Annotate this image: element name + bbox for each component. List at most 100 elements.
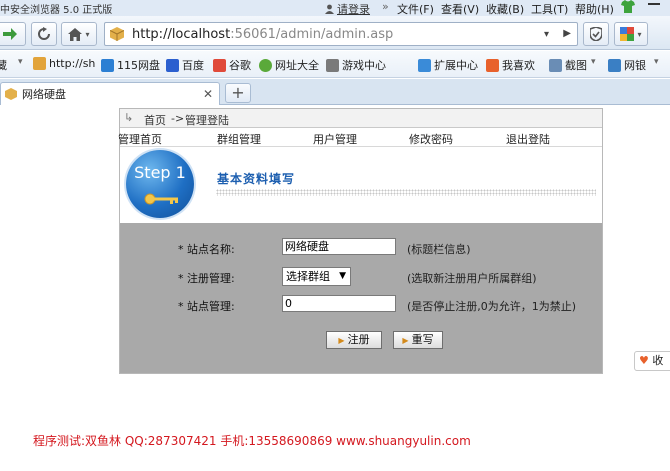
refresh-button[interactable] xyxy=(31,22,57,46)
bookmarks-bar: 藏 ▾ http://sh 115网盘 百度 谷歌 网址大全 游戏中心 扩展中心… xyxy=(0,51,670,78)
menu-favorites[interactable]: 收藏(B) xyxy=(486,1,524,17)
search-engine-dropdown-icon[interactable]: ▾ xyxy=(637,30,641,39)
admin-frame: ↳ 首页 -> 管理登陆 管理首页 群组管理 用户管理 修改密码 退出登陆 St… xyxy=(118,108,603,374)
register-group-label: * 注册管理: xyxy=(178,272,235,285)
security-shield-button[interactable] xyxy=(583,22,609,46)
chevron-down-icon[interactable]: ▾ xyxy=(18,57,23,67)
forward-arrow-icon xyxy=(3,28,17,40)
menu-group-manage[interactable]: 群组管理 xyxy=(217,131,261,147)
heart-icon: ♥ xyxy=(639,354,649,367)
step-banner: Step 1 基本资料填写 xyxy=(120,146,602,222)
page-cube-icon xyxy=(5,88,17,100)
login-link[interactable]: 请登录 xyxy=(325,1,370,17)
heart-icon xyxy=(486,58,499,72)
skin-shirt-icon[interactable] xyxy=(621,0,635,13)
home-icon xyxy=(68,27,83,41)
google-logo-icon xyxy=(620,27,635,41)
site-manage-row: * 站点管理: 0 (是否停止注册,0为允许，1为禁止) xyxy=(120,295,602,315)
tab-title: 网络硬盘 xyxy=(22,88,66,101)
site-name-hint: (标题栏信息) xyxy=(407,243,471,256)
tab-bar: 网络硬盘 ✕ + xyxy=(0,79,670,105)
section-heading: 基本资料填写 xyxy=(217,172,296,186)
my-likes[interactable]: 我喜欢 xyxy=(486,57,535,73)
breadcrumb: ↳ 首页 -> 管理登陆 xyxy=(120,109,602,128)
page-content: ↳ 首页 -> 管理登陆 管理首页 群组管理 用户管理 修改密码 退出登陆 St… xyxy=(0,106,670,471)
tab-network-disk[interactable]: 网络硬盘 ✕ xyxy=(0,82,220,105)
globe-icon xyxy=(259,58,272,72)
user-icon xyxy=(325,4,334,14)
bookmark-url-directory[interactable]: 网址大全 xyxy=(259,57,319,73)
login-label: 请登录 xyxy=(337,3,370,16)
puzzle-icon xyxy=(418,58,431,72)
screenshot-tool[interactable]: 截图 xyxy=(549,57,587,73)
step-badge xyxy=(126,150,194,218)
register-group-row: * 注册管理: 选择群组 ▼ (选取新注册用户所属群组) xyxy=(120,267,602,287)
banking-dropdown-icon[interactable]: ▾ xyxy=(654,57,659,67)
site-manage-label: * 站点管理: xyxy=(178,300,235,313)
menu-view[interactable]: 查看(V) xyxy=(441,1,479,17)
key-icon xyxy=(144,193,178,205)
register-group-hint: (选取新注册用户所属群组) xyxy=(407,272,537,285)
refresh-icon xyxy=(38,27,50,40)
gamepad-icon xyxy=(326,58,339,72)
shield-icon xyxy=(590,27,602,41)
address-dropdown-icon[interactable]: ▾ xyxy=(544,29,549,40)
go-arrow-icon[interactable]: ▶ xyxy=(563,28,571,39)
bookmark-site-icon xyxy=(33,57,46,70)
minimize-button[interactable] xyxy=(648,3,660,5)
breadcrumb-home[interactable]: 首页 xyxy=(144,112,166,128)
bookmark-115[interactable]: 115网盘 xyxy=(101,57,160,73)
return-arrow-icon: ↳ xyxy=(124,111,134,124)
site-name-label: * 站点名称: xyxy=(178,243,235,256)
google-icon xyxy=(213,58,226,72)
menu-tools[interactable]: 工具(T) xyxy=(531,1,568,17)
menu-change-password[interactable]: 修改密码 xyxy=(409,131,453,147)
menu-logout[interactable]: 退出登陆 xyxy=(506,131,550,147)
button-arrow-icon: ▶ xyxy=(402,336,409,345)
reset-button[interactable]: ▶ 重写 xyxy=(393,331,443,349)
site-name-input[interactable]: 网络硬盘 xyxy=(282,238,396,255)
site-manage-input[interactable]: 0 xyxy=(282,295,396,312)
search-engine-button[interactable]: ▾ xyxy=(614,22,648,46)
menu-help[interactable]: 帮助(H) xyxy=(575,1,614,17)
menu-admin-home[interactable]: 管理首页 xyxy=(118,131,162,147)
forward-button[interactable] xyxy=(0,22,26,46)
url-text[interactable]: http://localhost:56061/admin/admin.asp xyxy=(132,27,393,42)
extension-center[interactable]: 扩展中心 xyxy=(418,57,478,73)
browser-title: 中安全浏览器 5.0 正式版 xyxy=(0,5,113,16)
bookmark-google[interactable]: 谷歌 xyxy=(213,57,251,73)
site-manage-hint: (是否停止注册,0为允许，1为禁止) xyxy=(407,300,577,313)
breadcrumb-current: 管理登陆 xyxy=(185,114,229,127)
close-icon[interactable]: ✕ xyxy=(203,87,213,101)
menu-file[interactable]: 文件(F) xyxy=(397,1,434,17)
home-button[interactable]: ▾ xyxy=(61,22,97,46)
screenshot-dropdown-icon[interactable]: ▾ xyxy=(591,57,596,67)
browser-title-bar: 中安全浏览器 5.0 正式版 请登录 » 文件(F) 查看(V) 收藏(B) 工… xyxy=(0,0,670,16)
bookmark-shuangyulin[interactable]: http://sh xyxy=(33,57,95,70)
home-dropdown-icon[interactable]: ▾ xyxy=(85,30,89,39)
bookmark-game-center[interactable]: 游戏中心 xyxy=(326,57,386,73)
bookmark-baidu[interactable]: 百度 xyxy=(166,57,204,73)
site-name-row: * 站点名称: 网络硬盘 (标题栏信息) xyxy=(120,238,602,258)
side-favorite-button[interactable]: ♥ 收 xyxy=(634,351,670,371)
paw-icon xyxy=(166,58,179,72)
double-chevron-icon[interactable]: » xyxy=(382,0,389,13)
new-tab-button[interactable]: + xyxy=(225,83,251,103)
scissors-icon xyxy=(549,58,562,72)
settings-form: * 站点名称: 网络硬盘 (标题栏信息) * 注册管理: 选择群组 ▼ (选取新注… xyxy=(120,223,602,373)
group-select[interactable]: 选择群组 ▼ xyxy=(282,267,351,286)
step-label: Step 1 xyxy=(134,163,186,182)
navigation-bar: ▾ http://localhost:56061/admin/admin.asp… xyxy=(0,16,670,50)
breadcrumb-separator: -> xyxy=(171,112,185,125)
chevron-down-icon: ▼ xyxy=(339,271,346,281)
bookmark-favorites[interactable]: 藏 xyxy=(0,57,7,73)
register-button[interactable]: ▶ 注册 xyxy=(326,331,382,349)
bank-icon xyxy=(608,58,621,72)
button-arrow-icon: ▶ xyxy=(338,336,345,345)
menu-user-manage[interactable]: 用户管理 xyxy=(313,131,357,147)
online-banking[interactable]: 网银 xyxy=(608,57,646,73)
address-bar[interactable]: http://localhost:56061/admin/admin.asp ▾… xyxy=(104,22,578,46)
bookmark-115-icon xyxy=(101,58,114,72)
site-cube-icon xyxy=(110,27,124,41)
footer-credit: 程序测试:双鱼林 QQ:287307421 手机:13558690869 www… xyxy=(33,434,471,448)
